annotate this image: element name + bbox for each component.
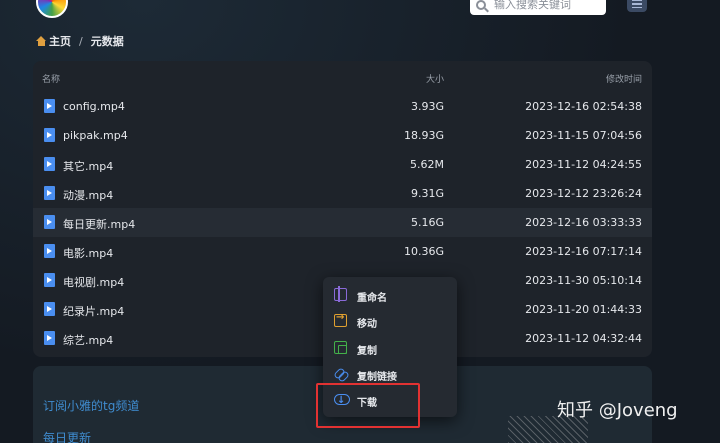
file-time: 2023-12-16 07:17:14 <box>525 245 642 258</box>
subscribe-tg-link[interactable]: 订阅小雅的tg频道 <box>43 397 139 414</box>
video-file-icon <box>44 215 55 229</box>
table-row[interactable]: 动漫.mp4 9.31G 2023-12-12 23:26:24 <box>33 179 652 208</box>
file-size: 5.16G <box>410 216 444 229</box>
file-time: 2023-11-12 04:24:55 <box>525 158 642 171</box>
file-size: 10.36G <box>403 245 444 258</box>
video-file-icon <box>44 157 55 171</box>
file-time: 2023-12-16 03:33:33 <box>525 216 642 229</box>
link-icon <box>334 367 347 380</box>
file-name: 电影.mp4 <box>63 247 114 260</box>
file-name: 纪录片.mp4 <box>63 305 125 318</box>
video-file-icon <box>44 331 55 345</box>
rename-icon <box>334 286 347 302</box>
menu-item-rename[interactable]: 重命名 <box>323 282 457 308</box>
video-file-icon <box>44 99 55 113</box>
breadcrumb-home[interactable]: 主页 <box>49 33 71 49</box>
home-icon <box>36 36 47 46</box>
file-name: 电视剧.mp4 <box>63 276 125 289</box>
file-size: 3.93G <box>410 100 444 113</box>
menu-item-label: 复制链接 <box>357 372 397 383</box>
file-time: 2023-11-15 07:04:56 <box>525 129 642 142</box>
file-name: 动漫.mp4 <box>63 189 114 202</box>
table-header: 名称 大小 修改时间 <box>33 61 652 93</box>
menu-item-move[interactable]: 移动 <box>323 308 457 334</box>
file-time: 2023-11-20 01:44:33 <box>525 303 642 316</box>
file-size: 18.93G <box>403 129 444 142</box>
move-icon <box>334 312 347 327</box>
table-row[interactable]: 其它.mp4 5.62M 2023-11-12 04:24:55 <box>33 150 652 179</box>
watermark-text: 知乎 @Joveng <box>557 400 678 421</box>
copy-icon <box>334 341 347 354</box>
daily-update-link[interactable]: 每日更新 <box>43 429 91 443</box>
column-name-header[interactable]: 名称 <box>42 72 60 85</box>
table-row[interactable]: pikpak.mp4 18.93G 2023-11-15 07:04:56 <box>33 121 652 150</box>
search-icon <box>476 0 486 10</box>
menu-item-label: 重命名 <box>357 293 387 304</box>
file-name: 综艺.mp4 <box>63 334 114 347</box>
video-file-icon <box>44 302 55 316</box>
file-size: 5.62M <box>410 158 444 171</box>
table-row-selected[interactable]: 每日更新.mp4 5.16G 2023-12-16 03:33:33 <box>33 208 652 237</box>
video-file-icon <box>44 244 55 258</box>
search-input[interactable] <box>494 0 594 11</box>
column-size-header[interactable]: 大小 <box>426 72 444 85</box>
file-name: 其它.mp4 <box>63 160 114 173</box>
file-time: 2023-12-12 23:26:24 <box>525 187 642 200</box>
video-file-icon <box>44 128 55 142</box>
breadcrumb-current[interactable]: 元数据 <box>91 33 124 49</box>
file-time: 2023-12-16 02:54:38 <box>525 100 642 113</box>
video-file-icon <box>44 273 55 287</box>
column-time-header[interactable]: 修改时间 <box>606 72 642 85</box>
menu-item-copy[interactable]: 复制 <box>323 335 457 361</box>
file-name: config.mp4 <box>63 100 125 113</box>
list-icon <box>632 0 642 2</box>
list-view-button[interactable] <box>627 0 647 12</box>
file-time: 2023-11-30 05:10:14 <box>525 274 642 287</box>
breadcrumb: 主页 / 元数据 <box>36 33 124 49</box>
table-row[interactable]: 电影.mp4 10.36G 2023-12-16 07:17:14 <box>33 237 652 266</box>
menu-item-label: 复制 <box>357 346 377 357</box>
breadcrumb-separator: / <box>79 34 83 48</box>
file-name: 每日更新.mp4 <box>63 218 136 231</box>
search-box[interactable] <box>470 0 606 15</box>
table-row[interactable]: config.mp4 3.93G 2023-12-16 02:54:38 <box>33 92 652 121</box>
file-time: 2023-11-12 04:32:44 <box>525 332 642 345</box>
menu-item-label: 移动 <box>357 319 377 330</box>
video-file-icon <box>44 186 55 200</box>
highlight-annotation-box <box>316 383 420 428</box>
file-name: pikpak.mp4 <box>63 129 128 142</box>
file-size: 9.31G <box>410 187 444 200</box>
